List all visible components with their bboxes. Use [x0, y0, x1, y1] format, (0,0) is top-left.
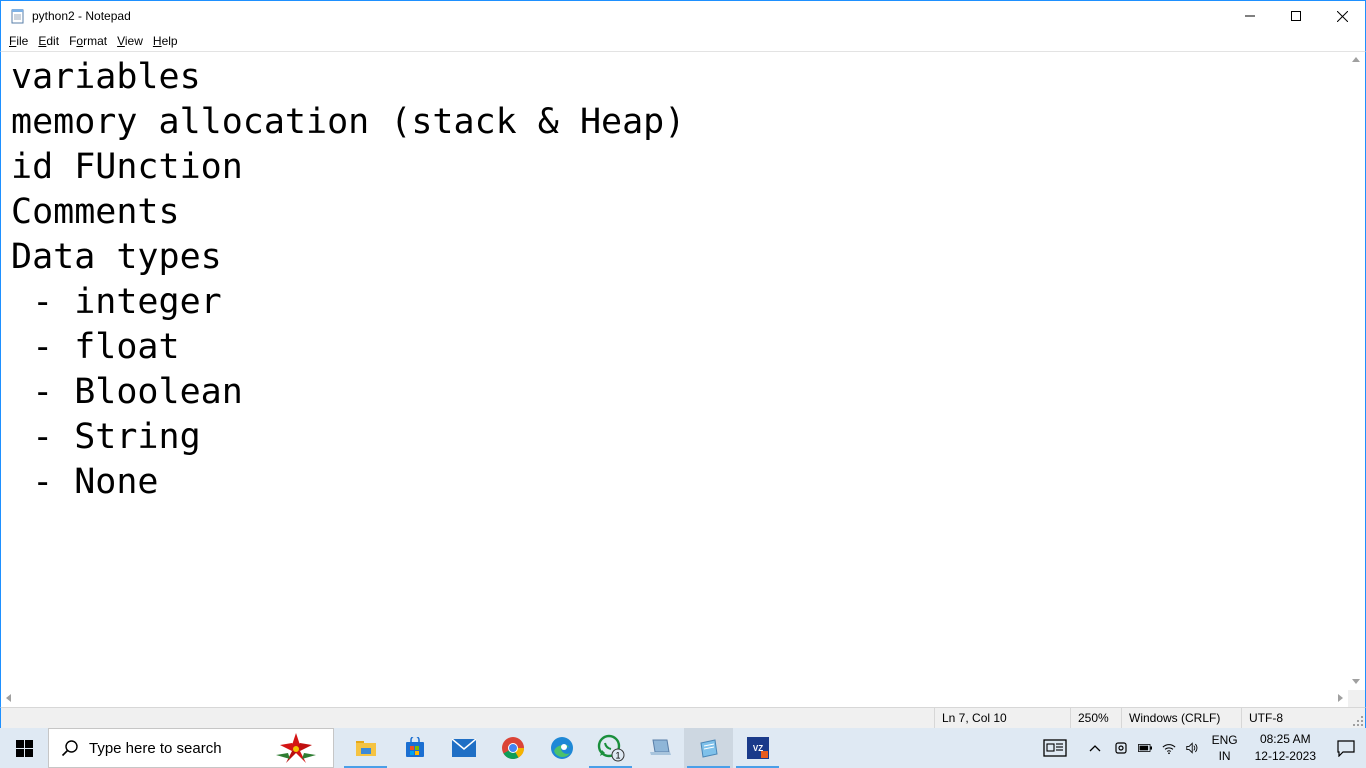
status-line-ending: Windows (CRLF)	[1121, 708, 1241, 728]
status-position: Ln 7, Col 10	[934, 708, 1070, 728]
taskbar-vz-app[interactable]: VZ	[733, 728, 782, 768]
taskbar-mail[interactable]	[439, 728, 488, 768]
chrome-icon	[501, 737, 524, 759]
lang-secondary: IN	[1218, 749, 1231, 763]
maximize-button[interactable]	[1273, 1, 1319, 31]
whatsapp-badge: 1	[615, 751, 620, 761]
windows-logo-icon	[15, 739, 33, 757]
speaker-icon	[1185, 742, 1197, 754]
title-bar: python2 - Notepad	[0, 0, 1366, 31]
notepad-taskbar-icon	[699, 739, 718, 758]
tray-meet-now[interactable]	[1109, 728, 1133, 768]
search-placeholder: Type here to search	[89, 739, 222, 757]
resize-grip-icon[interactable]	[1353, 716, 1363, 726]
search-icon	[61, 740, 78, 757]
system-tray: ENG IN 08:25 AM 12-12-2023	[1033, 728, 1366, 768]
close-icon	[1336, 10, 1348, 22]
news-icon	[1042, 739, 1067, 757]
edge-icon	[550, 737, 573, 759]
tray-volume[interactable]	[1181, 728, 1205, 768]
status-bar: Ln 7, Col 10 250% Windows (CRLF) UTF-8	[0, 707, 1366, 728]
whatsapp-icon: 1	[597, 734, 624, 762]
notepad-icon[interactable]	[10, 8, 26, 24]
taskbar-notepad[interactable]	[684, 728, 733, 768]
taskbar-laptop-app[interactable]	[635, 728, 684, 768]
notification-icon	[1337, 739, 1355, 757]
chevron-up-icon	[1089, 745, 1101, 752]
notification-center-button[interactable]	[1326, 728, 1366, 768]
menu-edit[interactable]: Edit	[33, 31, 64, 51]
menu-format[interactable]: Format	[64, 31, 112, 51]
editor-line: Data types	[11, 237, 222, 277]
laptop-icon	[649, 739, 671, 755]
taskbar-edge[interactable]	[537, 728, 586, 768]
editor-line: memory allocation (stack & Heap)	[11, 102, 686, 142]
scroll-right-icon[interactable]	[1338, 694, 1343, 702]
menu-file[interactable]: File	[4, 31, 33, 51]
wifi-icon	[1162, 744, 1176, 755]
editor-line: Comments	[11, 192, 180, 232]
editor-line: variables	[11, 57, 201, 97]
tray-battery[interactable]	[1133, 728, 1157, 768]
clock-date: 12-12-2023	[1254, 749, 1316, 763]
maximize-icon	[1291, 11, 1301, 21]
taskbar-whatsapp[interactable]: 1	[586, 728, 635, 768]
text-editor[interactable]: variables memory allocation (stack & Hea…	[0, 51, 1366, 707]
store-icon	[405, 737, 424, 757]
battery-icon	[1137, 744, 1152, 752]
scroll-left-icon[interactable]	[6, 694, 11, 702]
tray-wifi[interactable]	[1157, 728, 1181, 768]
mail-icon	[451, 739, 476, 757]
show-hidden-icons-button[interactable]	[1081, 728, 1109, 768]
start-button[interactable]	[0, 728, 48, 768]
taskbar-chrome[interactable]	[488, 728, 537, 768]
scroll-up-icon[interactable]	[1352, 57, 1360, 62]
taskbar-spacer	[334, 728, 341, 768]
status-encoding: UTF-8	[1241, 708, 1351, 728]
menu-view[interactable]: View	[112, 31, 148, 51]
lang-primary: ENG	[1211, 733, 1238, 747]
horizontal-scrollbar[interactable]	[1, 690, 1348, 707]
poinsettia-icon	[276, 733, 316, 763]
scroll-down-icon[interactable]	[1352, 679, 1360, 684]
taskbar-search-box[interactable]: Type here to search	[48, 728, 334, 768]
taskbar-file-explorer[interactable]	[341, 728, 390, 768]
taskbar: Type here to search 1 VZ ENG IN 08:25 AM…	[0, 728, 1366, 768]
menu-bar: File Edit Format View Help	[0, 31, 1366, 51]
camera-icon	[1115, 742, 1127, 754]
minimize-button[interactable]	[1227, 1, 1273, 31]
status-zoom: 250%	[1070, 708, 1121, 728]
editor-line: - float	[11, 327, 180, 367]
editor-content[interactable]: variables memory allocation (stack & Hea…	[11, 55, 1341, 685]
scrollbar-corner	[1348, 690, 1365, 707]
editor-line: - integer	[11, 282, 222, 322]
editor-line: - String	[11, 417, 201, 457]
news-widget-button[interactable]	[1033, 728, 1077, 768]
minimize-icon	[1245, 15, 1255, 17]
editor-line: - None	[11, 462, 159, 502]
close-button[interactable]	[1319, 1, 1365, 31]
clock-time: 08:25 AM	[1259, 732, 1311, 746]
window-title: python2 - Notepad	[32, 9, 131, 23]
taskbar-microsoft-store[interactable]	[390, 728, 439, 768]
vz-app-icon: VZ	[746, 737, 769, 759]
vertical-scrollbar[interactable]	[1348, 52, 1365, 689]
taskbar-clock[interactable]: 08:25 AM 12-12-2023	[1245, 731, 1326, 765]
editor-line: id FUnction	[11, 147, 243, 187]
folder-icon	[355, 741, 376, 756]
editor-line: - Bloolean	[11, 372, 243, 412]
menu-help[interactable]: Help	[148, 31, 183, 51]
language-indicator[interactable]: ENG IN	[1205, 728, 1245, 768]
